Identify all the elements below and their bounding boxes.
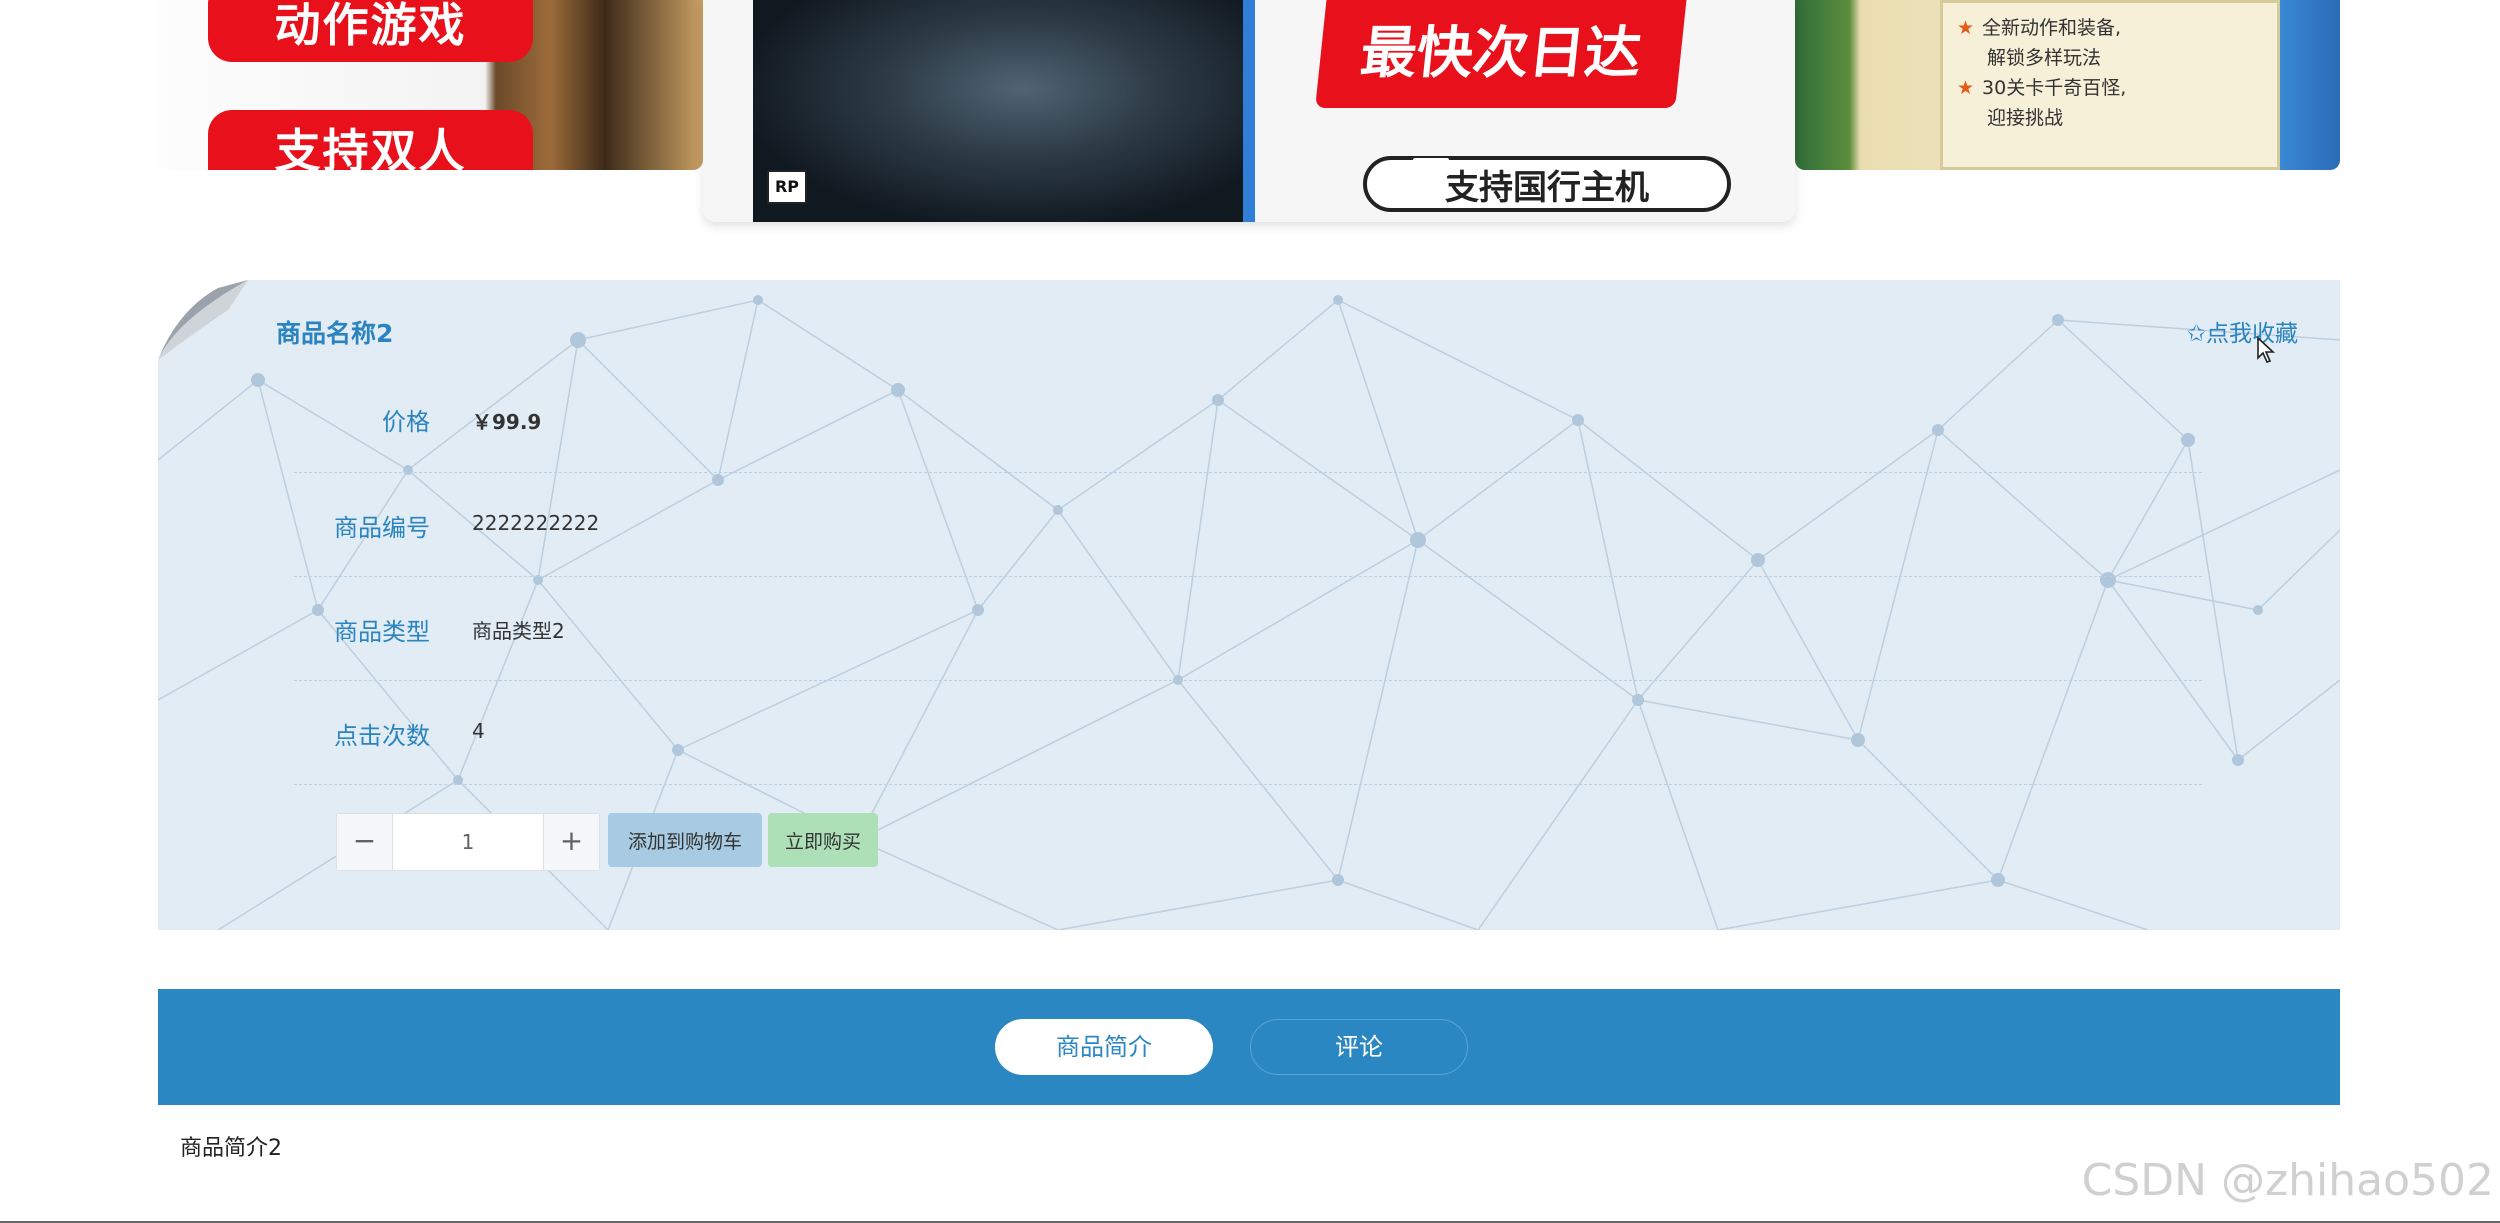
banner-tag-action-game: 动作游戏 [208, 0, 533, 62]
feature-item: ★ 30关卡千奇百怪, [1957, 73, 2263, 103]
detail-tab-bar: 商品简介 评论 [158, 989, 2340, 1105]
watermark: CSDN @zhihao502 [2081, 1155, 2494, 1206]
feature-text: 迎接挑战 [1987, 107, 2064, 129]
feature-item: 解锁多样玩法 [1957, 43, 2263, 73]
game-cover-image: RP [753, 0, 1243, 222]
product-type-row: 商品类型 商品类型2 [294, 576, 2202, 681]
product-detail-panel: 商品名称2 ✩点我收藏 价格 ￥99.9 价格 商品编号 2222222222 … [158, 280, 2340, 930]
page-curl-decoration [158, 280, 248, 360]
banner-tag-two-player: 支持双人 [208, 110, 533, 170]
delivery-promo-text: 最快次日达 [1357, 21, 1645, 86]
cover-edge-decoration [1243, 0, 1255, 222]
feature-item: 迎接挑战 [1957, 103, 2263, 133]
add-to-cart-button[interactable]: 添加到购物车 [608, 813, 762, 867]
banner-slide-center[interactable]: RP 最快次日达 支持国行主机 [703, 0, 1795, 222]
product-intro-content: 商品简介2 [180, 1136, 282, 1161]
tab-comments[interactable]: 评论 [1250, 1019, 1468, 1075]
carousel-indicator[interactable] [1413, 158, 1449, 176]
price-row-line: ￥99.9 价格 [294, 368, 2202, 473]
click-count-label: 点击次数 [334, 722, 430, 750]
price-value: ￥99.9 [472, 410, 542, 434]
buy-now-button[interactable]: 立即购买 [768, 813, 878, 867]
feature-text: 30关卡千奇百怪, [1982, 77, 2127, 99]
click-count-value: 4 [472, 719, 485, 743]
feature-list: ★ 全新动作和装备, 解锁多样玩法 ★ 30关卡千奇百怪, 迎接挑战 [1940, 0, 2280, 170]
star-icon: ★ [1957, 17, 1975, 39]
product-detail-page: 动作游戏 支持双人 RP 最快次日达 支持国行主机 ★ 全新动作和装备, 解锁多样… [0, 0, 2500, 1223]
banner-slide-right[interactable]: ★ 全新动作和装备, 解锁多样玩法 ★ 30关卡千奇百怪, 迎接挑战 [1795, 0, 2340, 170]
feature-item: ★ 全新动作和装备, [1957, 13, 2263, 43]
product-number-label: 商品编号 [334, 514, 430, 542]
product-number-value: 2222222222 [472, 511, 600, 535]
product-title: 商品名称2 [276, 319, 394, 348]
quantity-decrease-button[interactable]: − [337, 814, 392, 870]
quantity-stepper: − + [336, 813, 600, 871]
mouse-cursor-icon [2257, 336, 2276, 363]
product-number-row: 商品编号 2222222222 [294, 472, 2202, 577]
product-type-label: 商品类型 [334, 618, 430, 646]
feature-text: 解锁多样玩法 [1987, 47, 2102, 69]
feature-text: 全新动作和装备, [1982, 17, 2122, 39]
price-label-text: 价格 [382, 408, 430, 436]
rating-badge: RP [767, 170, 807, 204]
banner-carousel[interactable]: 动作游戏 支持双人 RP 最快次日达 支持国行主机 ★ 全新动作和装备, 解锁多样… [158, 0, 2340, 222]
quantity-increase-button[interactable]: + [544, 814, 599, 870]
favorite-button[interactable]: ✩点我收藏 [2187, 314, 2298, 348]
product-type-value: 商品类型2 [472, 619, 565, 643]
quantity-input[interactable] [392, 814, 544, 870]
delivery-promo: 最快次日达 [1315, 0, 1691, 108]
click-count-row: 点击次数 4 [294, 680, 2202, 785]
star-icon: ★ [1957, 77, 1975, 99]
banner-slide-left[interactable]: 动作游戏 支持双人 [158, 0, 703, 170]
tab-product-intro[interactable]: 商品简介 [995, 1019, 1213, 1075]
